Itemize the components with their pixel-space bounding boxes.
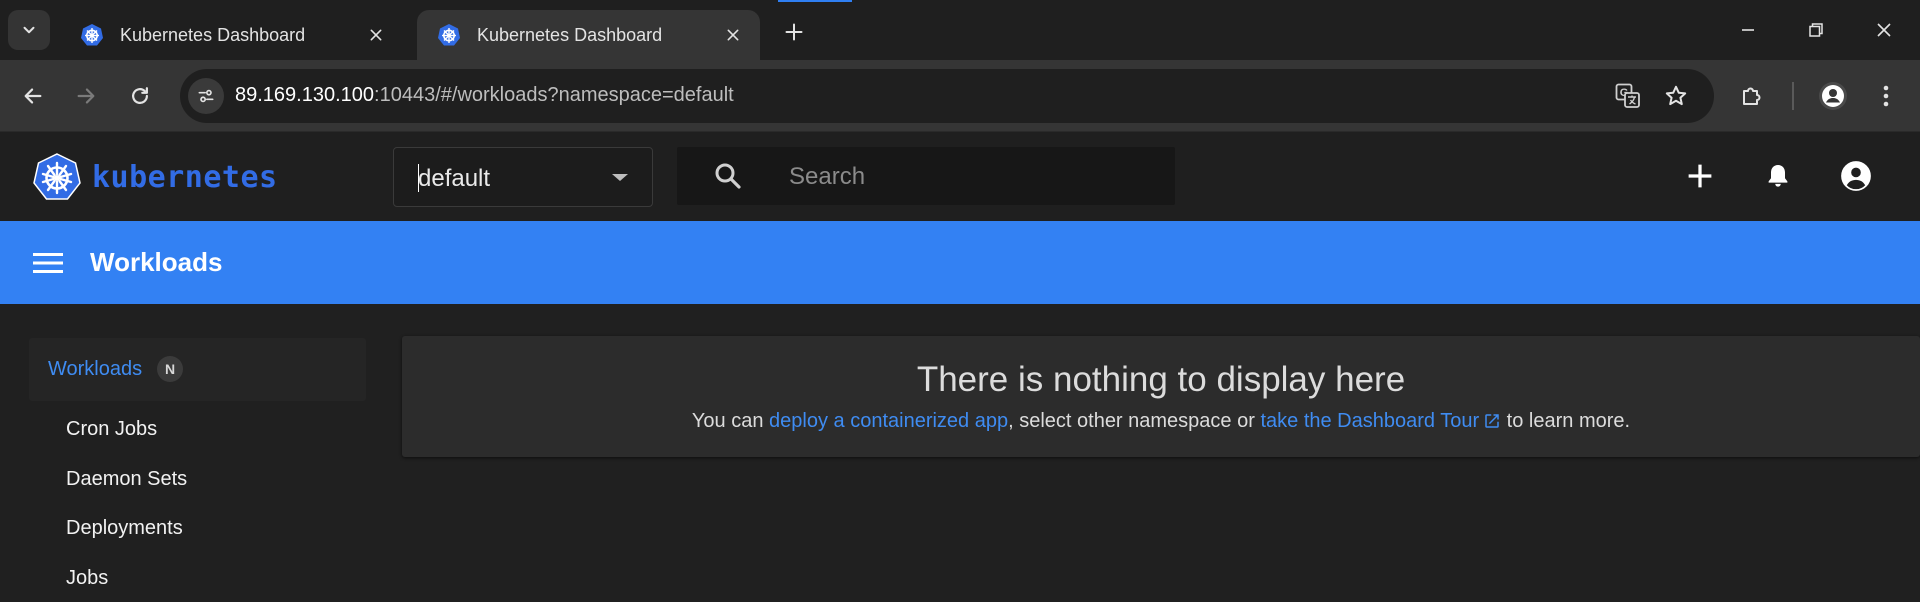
create-button[interactable] (1680, 156, 1720, 196)
new-tab-button[interactable] (778, 16, 810, 48)
sidebar-item-workloads[interactable]: Workloads N (29, 338, 366, 401)
namespace-select[interactable]: default (393, 147, 653, 207)
person-icon (1819, 82, 1847, 110)
dashboard-tour-link[interactable]: take the Dashboard Tour (1260, 410, 1501, 432)
close-icon (370, 29, 382, 41)
namespace-value: default (418, 165, 491, 192)
tab-close-button[interactable] (720, 22, 746, 48)
nav-toggle-button[interactable] (30, 245, 66, 281)
browser-toolbar: 89.169.130.100:10443/#/workloads?namespa… (0, 60, 1920, 132)
notifications-button[interactable] (1758, 156, 1798, 196)
profile-button[interactable] (1815, 78, 1851, 114)
dashboard-header: kubernetes default Search (0, 132, 1920, 221)
sidebar-item-jobs[interactable]: Jobs (66, 567, 108, 590)
text-cursor (418, 164, 419, 192)
arrow-right-icon (77, 88, 95, 104)
url-text: 89.169.130.100:10443/#/workloads?namespa… (235, 84, 734, 107)
restore-button[interactable] (1796, 14, 1836, 46)
sidebar-item-daemon-sets[interactable]: Daemon Sets (66, 468, 187, 491)
reload-button[interactable] (122, 78, 158, 114)
sidebar: Workloads N Cron Jobs Daemon Sets Deploy… (0, 304, 380, 602)
forward-button[interactable] (68, 78, 104, 114)
close-icon (727, 29, 739, 41)
minimize-icon (1742, 29, 1754, 31)
reload-icon (132, 87, 148, 104)
browser-tab-strip: Kubernetes Dashboard Kubernetes Dashboar… (0, 0, 1920, 60)
account-button[interactable] (1836, 156, 1876, 196)
star-icon (1665, 85, 1687, 106)
kubernetes-favicon-icon (438, 24, 460, 46)
empty-state-message: You can deploy a containerized app, sele… (402, 410, 1920, 433)
browser-menu-button[interactable] (1868, 78, 1904, 114)
empty-state-card: There is nothing to display here You can… (402, 336, 1920, 457)
tab-search-button[interactable] (8, 10, 50, 50)
bookmark-star-button[interactable] (1658, 78, 1694, 114)
message-prefix: You can (691, 410, 770, 432)
arrow-left-icon (24, 88, 42, 104)
address-bar[interactable]: 89.169.130.100:10443/#/workloads?namespa… (180, 69, 1714, 123)
browser-tab-1[interactable]: Kubernetes Dashboard (60, 10, 403, 60)
tab-title: Kubernetes Dashboard (477, 24, 663, 45)
plus-icon (1688, 164, 1712, 188)
translate-icon: G (1615, 83, 1640, 108)
hamburger-icon (33, 253, 63, 273)
page-title: Workloads (90, 247, 223, 277)
close-icon (1877, 23, 1891, 37)
sidebar-group-label: Workloads (48, 358, 143, 380)
search-placeholder: Search (789, 163, 866, 190)
extensions-button[interactable] (1734, 78, 1770, 114)
site-info-button[interactable] (188, 78, 224, 114)
namespaced-badge: N (157, 356, 183, 382)
message-suffix: to learn more. (1501, 410, 1631, 432)
sidebar-item-cron-jobs[interactable]: Cron Jobs (66, 418, 157, 441)
back-button[interactable] (15, 78, 51, 114)
search-icon (715, 163, 741, 189)
deploy-app-link[interactable]: deploy a containerized app (769, 410, 1008, 432)
kubernetes-favicon-icon (81, 24, 103, 46)
tune-icon (198, 89, 214, 103)
kubernetes-logo-icon (33, 153, 81, 200)
page-title-bar: Workloads (0, 221, 1920, 304)
tab-strip-accent (778, 0, 852, 2)
minimize-button[interactable] (1728, 14, 1768, 46)
sidebar-item-deployments[interactable]: Deployments (66, 517, 183, 540)
translate-button[interactable]: G (1610, 78, 1646, 114)
url-path: :10443/#/workloads?namespace=default (374, 84, 734, 106)
open-in-new-icon (1485, 414, 1499, 428)
toolbar-separator (1792, 82, 1794, 110)
tab-close-button[interactable] (363, 22, 389, 48)
brand-link[interactable]: kubernetes (32, 152, 278, 202)
bell-icon (1768, 165, 1788, 187)
chevron-down-icon (23, 26, 35, 34)
tab-title: Kubernetes Dashboard (120, 24, 306, 45)
puzzle-icon (1743, 87, 1761, 105)
dropdown-arrow-icon (612, 174, 628, 181)
browser-tab-2[interactable]: Kubernetes Dashboard (417, 10, 760, 60)
search-input[interactable]: Search (677, 147, 1175, 205)
url-host: 89.169.130.100 (235, 84, 375, 106)
kebab-icon (1883, 85, 1889, 107)
plus-icon (785, 23, 803, 41)
empty-state-title: There is nothing to display here (916, 360, 1406, 399)
account-circle-icon (1841, 161, 1871, 191)
brand-name: kubernetes (92, 159, 278, 195)
message-middle: , select other namespace or (1008, 410, 1261, 432)
dashboard-tour-link-text: take the Dashboard Tour (1260, 410, 1480, 432)
close-window-button[interactable] (1864, 14, 1904, 46)
restore-icon (1809, 23, 1823, 37)
